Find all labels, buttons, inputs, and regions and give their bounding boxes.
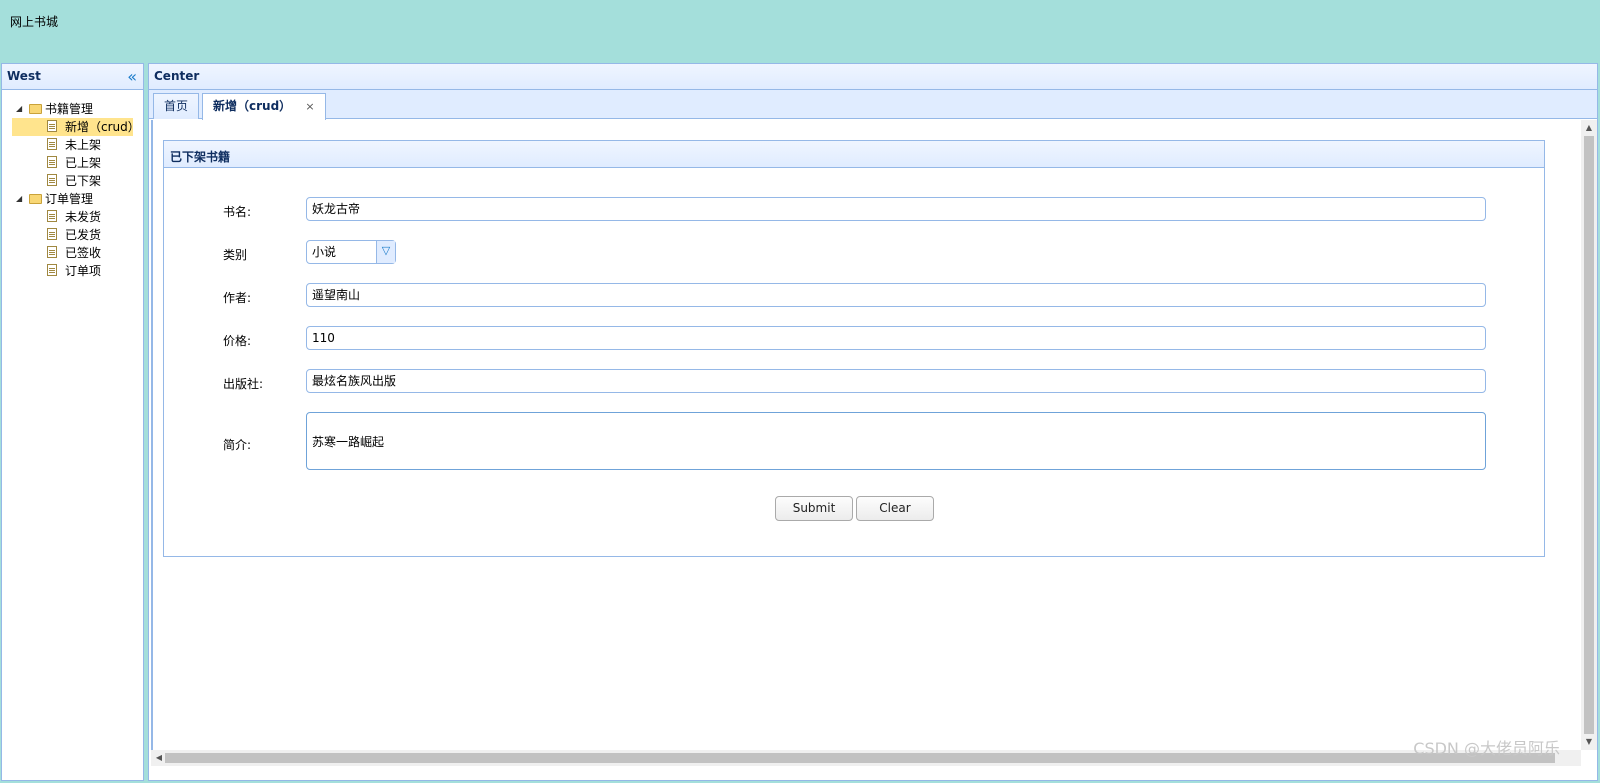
author-field[interactable]: 遥望南山 <box>306 283 1486 307</box>
file-icon <box>47 138 57 150</box>
horizontal-scrollbar[interactable]: ◀ <box>151 750 1581 766</box>
intro-textarea[interactable]: 苏寒一路崛起 <box>306 412 1486 470</box>
book-form-panel: 已下架书籍 书名: 妖龙古帝 类别 小说 ▽ 作者: 遥望南山 价格: 110 … <box>163 140 1545 557</box>
folder-icon <box>29 194 42 204</box>
file-icon <box>47 264 57 276</box>
form-panel-header: 已下架书籍 <box>164 141 1544 168</box>
tree-node-order-items[interactable]: 订单项 <box>12 262 133 280</box>
tree-node-not-shipped[interactable]: 未发货 <box>12 208 133 226</box>
horizontal-scroll-thumb[interactable] <box>165 753 1555 763</box>
expand-arrow-icon[interactable]: ◢ <box>16 190 22 208</box>
app-title: 网上书城 <box>10 15 59 29</box>
tree-node-label: 已发货 <box>65 228 102 242</box>
vertical-scrollbar[interactable]: ▲ ▼ <box>1581 120 1597 750</box>
intro-label: 简介: <box>223 438 252 452</box>
file-icon <box>47 174 57 186</box>
category-label: 类别 <box>223 248 248 262</box>
west-panel-title: West <box>7 69 41 83</box>
tree-node-label: 已下架 <box>65 174 102 188</box>
center-panel-title: Center <box>154 69 200 83</box>
scroll-up-icon[interactable]: ▲ <box>1581 120 1597 136</box>
chevron-down-icon[interactable]: ▽ <box>376 241 395 263</box>
name-label: 书名: <box>223 205 252 219</box>
tree-node-label: 订单项 <box>65 264 102 278</box>
center-panel-header: Center <box>149 64 1597 90</box>
tab-home[interactable]: 首页 <box>153 93 200 119</box>
west-panel-header: West « <box>2 64 143 90</box>
category-value: 小说 <box>312 245 337 259</box>
close-icon[interactable]: × <box>305 100 314 113</box>
watermark: CSDN @大佬员阿乐 <box>1413 739 1560 758</box>
file-icon <box>47 228 57 240</box>
scroll-down-icon[interactable]: ▼ <box>1581 734 1597 750</box>
tree-node-signed[interactable]: 已签收 <box>12 244 133 262</box>
west-panel: West « ◢ 书籍管理 新增（crud） 未上架 已上架 已下架 ◢ 订单管… <box>1 63 144 781</box>
tab-add-crud[interactable]: 新增（crud） × <box>202 93 326 120</box>
folder-icon <box>29 104 42 114</box>
category-select[interactable]: 小说 ▽ <box>306 240 396 264</box>
tree-node-label: 已上架 <box>65 156 102 170</box>
tree-node-label: 已签收 <box>65 246 102 260</box>
tree-node-label: 未发货 <box>65 210 102 224</box>
tree-node-not-listed[interactable]: 未上架 <box>12 136 133 154</box>
submit-button[interactable]: Submit <box>775 496 853 521</box>
tree-node-delisted[interactable]: 已下架 <box>12 172 133 190</box>
file-icon <box>47 120 57 132</box>
price-field[interactable]: 110 <box>306 326 1486 350</box>
name-field[interactable]: 妖龙古帝 <box>306 197 1486 221</box>
expand-arrow-icon[interactable]: ◢ <box>16 100 22 118</box>
nav-tree: ◢ 书籍管理 新增（crud） 未上架 已上架 已下架 ◢ 订单管理 未发货 已… <box>12 100 140 280</box>
tree-node-label: 书籍管理 <box>45 102 94 116</box>
tab-label: 首页 <box>164 99 189 113</box>
collapse-icon[interactable]: « <box>127 67 137 86</box>
center-panel: Center 首页 新增（crud） × 已下架书籍 书名: 妖龙古帝 类别 小… <box>148 63 1598 781</box>
tab-content: 已下架书籍 书名: 妖龙古帝 类别 小说 ▽ 作者: 遥望南山 价格: 110 … <box>151 120 1551 750</box>
publisher-label: 出版社: <box>223 377 264 391</box>
tree-node-label: 订单管理 <box>45 192 94 206</box>
north-region: 网上书城 <box>0 0 1600 62</box>
tree-node-label: 新增（crud） <box>65 120 140 134</box>
vertical-scroll-thumb[interactable] <box>1584 136 1594 734</box>
file-icon <box>47 246 57 258</box>
tree-node-shipped[interactable]: 已发货 <box>12 226 133 244</box>
publisher-field[interactable]: 最炫名族风出版 <box>306 369 1486 393</box>
file-icon <box>47 210 57 222</box>
tree-node-book-management[interactable]: ◢ 书籍管理 <box>12 100 133 118</box>
tree-node-label: 未上架 <box>65 138 102 152</box>
tree-node-order-management[interactable]: ◢ 订单管理 <box>12 190 133 208</box>
price-label: 价格: <box>223 334 252 348</box>
clear-button[interactable]: Clear <box>856 496 934 521</box>
file-icon <box>47 156 57 168</box>
tabs-bar: 首页 新增（crud） × <box>149 90 1597 120</box>
author-label: 作者: <box>223 291 252 305</box>
tab-label: 新增（crud） <box>213 99 292 113</box>
form-panel-title: 已下架书籍 <box>170 150 231 164</box>
tree-node-listed[interactable]: 已上架 <box>12 154 133 172</box>
tree-node-add-crud[interactable]: 新增（crud） <box>12 118 140 136</box>
